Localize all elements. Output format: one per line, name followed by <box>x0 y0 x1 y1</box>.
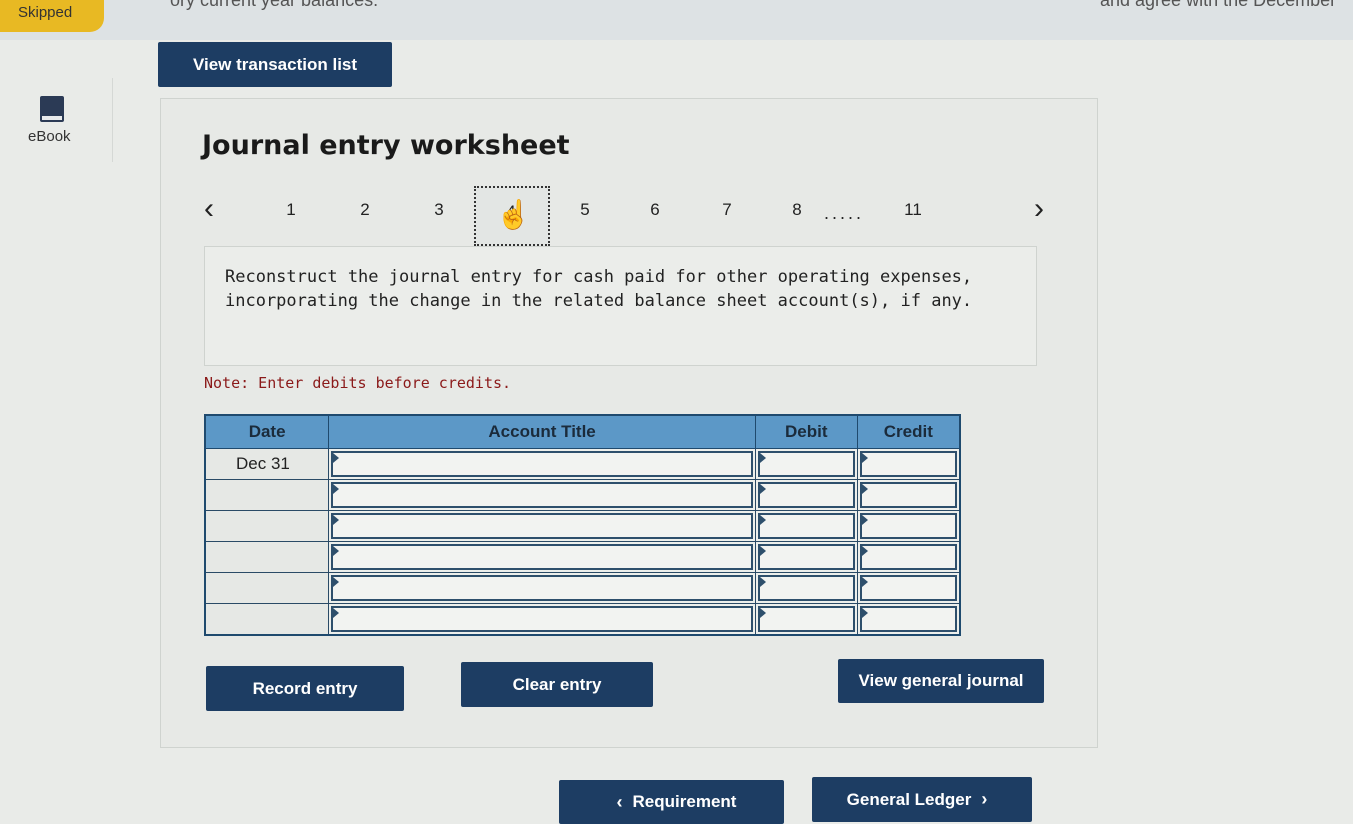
debit-cell[interactable] <box>754 510 858 542</box>
debit-cell[interactable] <box>754 448 858 480</box>
account-title-input[interactable] <box>331 482 753 508</box>
skipped-badge: Skipped <box>0 0 104 32</box>
instruction-text: Reconstruct the journal entry for cash p… <box>225 267 973 311</box>
debit-input[interactable] <box>757 606 855 632</box>
page-8[interactable]: 8 <box>782 200 812 220</box>
credit-cell[interactable] <box>856 479 961 511</box>
debit-cell[interactable] <box>754 572 858 604</box>
table-header-row: Date Account Title Debit Credit <box>204 414 961 449</box>
date-cell: Dec 31 <box>204 448 330 480</box>
debit-cell[interactable] <box>754 479 858 511</box>
table-row <box>204 603 961 636</box>
table-row <box>204 479 961 511</box>
debit-cell[interactable] <box>754 541 858 573</box>
journal-table: Date Account Title Debit Credit Dec 31 <box>204 414 961 636</box>
credit-cell[interactable] <box>856 541 961 573</box>
requirement-label: Requirement <box>632 792 737 811</box>
debit-input[interactable] <box>757 451 855 477</box>
table-row <box>204 510 961 542</box>
record-entry-button[interactable]: Record entry <box>206 666 404 711</box>
chevron-left-icon: ‹ <box>616 791 623 812</box>
credit-cell[interactable] <box>856 603 961 636</box>
account-title-input[interactable] <box>331 575 753 601</box>
chevron-right-icon: › <box>981 789 988 809</box>
account-title-input[interactable] <box>331 513 753 539</box>
debit-input[interactable] <box>757 544 855 570</box>
account-title-cell[interactable] <box>328 603 756 636</box>
credit-input[interactable] <box>859 513 957 539</box>
chevron-right-icon[interactable]: › <box>1034 192 1044 226</box>
page-1[interactable]: 1 <box>276 200 306 220</box>
date-cell <box>204 510 330 542</box>
page-6[interactable]: 6 <box>640 200 670 220</box>
hand-pointer-icon: ☝ <box>496 199 531 230</box>
account-title-cell[interactable] <box>328 448 756 480</box>
ebook-label: eBook <box>28 128 71 145</box>
page-2[interactable]: 2 <box>350 200 380 220</box>
debit-input[interactable] <box>757 513 855 539</box>
worksheet-title: Journal entry worksheet <box>202 130 570 161</box>
date-cell <box>204 479 330 511</box>
debit-input[interactable] <box>757 482 855 508</box>
credit-input[interactable] <box>859 575 957 601</box>
credit-input[interactable] <box>859 451 957 477</box>
table-row <box>204 541 961 573</box>
credit-input[interactable] <box>859 482 957 508</box>
account-title-cell[interactable] <box>328 541 756 573</box>
general-ledger-label: General Ledger <box>846 789 972 809</box>
account-title-input[interactable] <box>331 606 753 632</box>
view-general-journal-button[interactable]: View general journal <box>838 659 1044 703</box>
requirement-button[interactable]: ‹ Requirement <box>559 780 784 824</box>
col-debit: Debit <box>754 414 858 449</box>
cut-off-text-right: and agree with the December <box>1100 0 1337 10</box>
credit-input[interactable] <box>859 606 957 632</box>
account-title-cell[interactable] <box>328 510 756 542</box>
table-row <box>204 572 961 604</box>
view-transaction-list-button[interactable]: View transaction list <box>158 42 392 87</box>
top-strip: ory current year balances. and agree wit… <box>0 0 1353 40</box>
page-11[interactable]: 11 <box>898 200 928 220</box>
page-3[interactable]: 3 <box>424 200 454 220</box>
col-account-title: Account Title <box>328 414 756 449</box>
chevron-left-icon[interactable]: ‹ <box>204 192 214 226</box>
account-title-input[interactable] <box>331 544 753 570</box>
page-ellipsis: ..... <box>824 203 865 223</box>
date-cell <box>204 572 330 604</box>
debit-cell[interactable] <box>754 603 858 636</box>
account-title-input[interactable] <box>331 451 753 477</box>
col-date: Date <box>204 414 330 449</box>
debit-input[interactable] <box>757 575 855 601</box>
book-icon <box>40 96 64 122</box>
credit-input[interactable] <box>859 544 957 570</box>
account-title-cell[interactable] <box>328 479 756 511</box>
credit-cell[interactable] <box>856 572 961 604</box>
table-row: Dec 31 <box>204 448 961 480</box>
clear-entry-button[interactable]: Clear entry <box>461 662 653 707</box>
cut-off-text-left: ory current year balances. <box>170 0 379 10</box>
instruction-box: Reconstruct the journal entry for cash p… <box>204 246 1037 366</box>
col-credit: Credit <box>856 414 961 449</box>
page-5[interactable]: 5 <box>570 200 600 220</box>
date-cell <box>204 541 330 573</box>
sidebar-ebook[interactable]: eBook <box>0 78 113 162</box>
credit-cell[interactable] <box>856 448 961 480</box>
page-7[interactable]: 7 <box>712 200 742 220</box>
date-cell <box>204 603 330 636</box>
account-title-cell[interactable] <box>328 572 756 604</box>
general-ledger-button[interactable]: General Ledger › <box>812 777 1032 822</box>
note-text: Note: Enter debits before credits. <box>204 374 512 392</box>
credit-cell[interactable] <box>856 510 961 542</box>
